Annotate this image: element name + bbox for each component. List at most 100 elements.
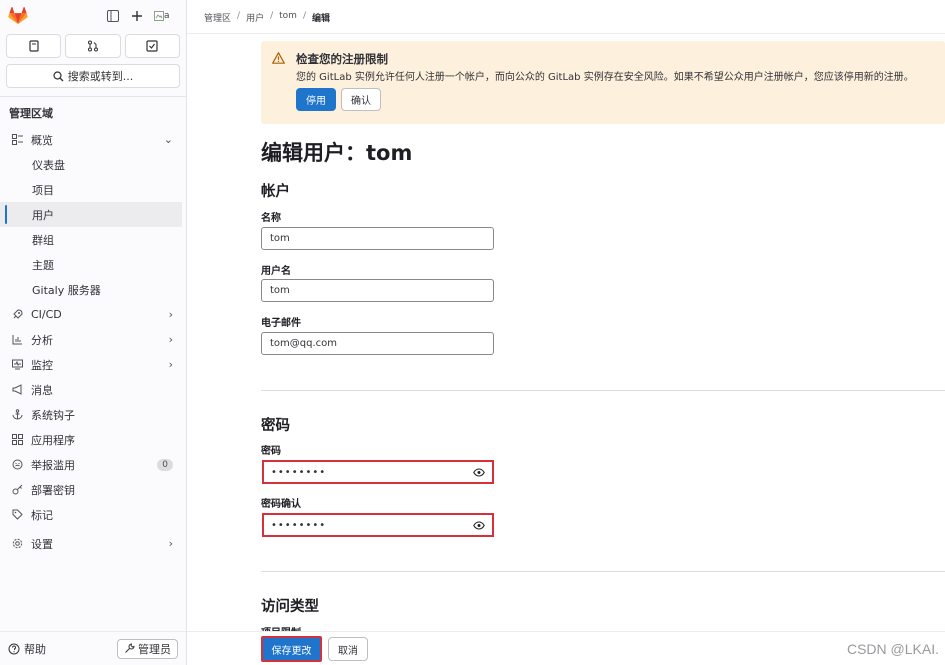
email-input[interactable]: tom@qq.com [261,332,494,355]
email-label: 电子邮件 [261,318,301,329]
password-confirm-label: 密码确认 [261,499,301,510]
chevron-right-icon: › [168,537,173,550]
password-input[interactable]: •••••••• [262,460,494,484]
sidebar-item-groups[interactable]: 群组 [0,227,186,252]
label-icon [9,509,25,520]
account-heading: 帐户 [261,184,290,200]
alert-title: 检查您的注册限制 [296,52,388,66]
sidebar-item-dashboard[interactable]: 仪表盘 [0,152,186,177]
admin-label: 管理员 [138,642,171,656]
sidebar-item-deploy-keys[interactable]: 部署密钥 [0,477,186,502]
sidebar-search-button[interactable]: 搜索或转到... [6,64,180,88]
sidebar-item-analytics[interactable]: 分析 › [0,327,186,352]
name-value: tom [270,233,290,244]
sidebar-item-monitoring[interactable]: 监控 › [0,352,186,377]
merge-requests-button[interactable] [65,34,121,58]
breadcrumb-current: 编辑 [311,14,330,24]
rocket-icon [9,309,25,320]
issues-icon [29,40,39,52]
sidebar-toggle-icon[interactable] [106,9,120,23]
breadcrumb-item[interactable]: 用户 [246,11,264,24]
deactivate-button[interactable]: 停用 [296,88,336,111]
search-label: 搜索或转到... [67,70,134,83]
breadcrumb-separator: / [237,11,241,21]
overview-icon [9,134,25,145]
sidebar-item-cicd[interactable]: CI/CD › [0,302,186,327]
password-confirm-mask: •••••••• [271,519,327,531]
sidebar: a 搜索或转到... 管理区域 概览 ⌄ 仪表盘 项目 用户 群组 主题 Git… [0,0,187,665]
sidebar-item-label: 群组 [32,233,54,247]
save-changes-button[interactable]: 保存更改 [261,636,322,662]
page-title: 编辑用户：tom [261,141,413,165]
section-divider [261,571,945,572]
acknowledge-button[interactable]: 确认 [341,88,381,111]
sidebar-item-projects[interactable]: 项目 [0,177,186,202]
sidebar-item-users[interactable]: 用户 [0,202,182,227]
project-limit-label: 项目限制 [261,624,301,631]
avatar[interactable]: a [154,9,172,23]
header-divider [187,33,945,34]
sidebar-item-label: Gitaly 服务器 [32,283,101,297]
sidebar-item-abuse-reports[interactable]: 举报滥用 0 [0,452,186,477]
sidebar-item-messages[interactable]: 消息 [0,377,186,402]
settings-icon [9,538,25,549]
chevron-right-icon: › [168,333,173,346]
anchor-icon [9,409,25,420]
admin-button[interactable]: 管理员 [117,638,178,659]
help-button[interactable]: 帮助 [8,641,46,657]
sidebar-item-label: 设置 [31,537,53,551]
sidebar-item-topics[interactable]: 主题 [0,252,186,277]
username-input[interactable]: tom [261,279,494,302]
password-label: 密码 [261,446,281,457]
sidebar-header: a [0,0,186,32]
todo-check-icon [146,40,158,52]
count-badge: 0 [157,458,173,471]
warning-icon [272,52,285,64]
sidebar-item-label: 主题 [32,258,54,272]
sidebar-item-overview[interactable]: 概览 ⌄ [0,127,186,152]
help-icon [8,643,20,654]
sidebar-footer: 帮助 管理员 [0,631,186,665]
breadcrumb-item[interactable]: 管理区 [204,11,231,24]
gitlab-logo-icon[interactable] [8,7,28,25]
name-input[interactable]: tom [261,227,494,250]
sidebar-item-gitaly[interactable]: Gitaly 服务器 [0,277,186,302]
sidebar-item-label: 概览 [31,133,53,147]
breadcrumb-item[interactable]: tom [279,11,297,24]
breadcrumb-separator: / [302,11,306,21]
sidebar-item-applications[interactable]: 应用程序 [0,427,186,452]
sidebar-item-label: 仪表盘 [32,158,65,172]
name-label: 名称 [261,213,281,224]
todos-button[interactable] [124,34,180,58]
sidebar-item-labels[interactable]: 标记 [0,502,186,527]
monitor-icon [9,359,25,370]
username-label: 用户名 [261,266,291,277]
sidebar-item-label: CI/CD [31,308,62,321]
search-icon [53,70,64,81]
plus-icon[interactable] [130,9,144,23]
section-divider [261,390,945,391]
chart-icon [9,334,25,345]
bullhorn-icon [9,384,25,395]
sidebar-item-settings[interactable]: 设置 › [0,531,186,556]
sidebar-item-label: 举报滥用 [31,458,75,472]
password-mask: •••••••• [271,466,327,478]
eye-icon[interactable] [473,467,485,477]
cancel-button[interactable]: 取消 [328,637,368,661]
breadcrumb-separator: / [270,11,274,21]
issues-button[interactable] [6,34,62,58]
chevron-right-icon: › [168,308,173,321]
sidebar-section-title: 管理区域 [9,107,53,120]
sidebar-item-label: 监控 [31,358,53,372]
merge-request-icon [87,40,98,52]
watermark: CSDN @LKAI. [846,641,939,657]
registration-alert: 检查您的注册限制 您的 GitLab 实例允许任何人注册一个帐户，而向公众的 G… [261,41,945,124]
sidebar-item-system-hooks[interactable]: 系统钩子 [0,402,186,427]
password-confirm-input[interactable]: •••••••• [262,513,494,537]
access-heading: 访问类型 [261,599,319,615]
eye-icon[interactable] [473,520,485,530]
apps-icon [9,434,25,445]
chevron-down-icon: ⌄ [163,133,173,146]
sidebar-item-label: 分析 [31,333,53,347]
chevron-right-icon: › [168,358,173,371]
